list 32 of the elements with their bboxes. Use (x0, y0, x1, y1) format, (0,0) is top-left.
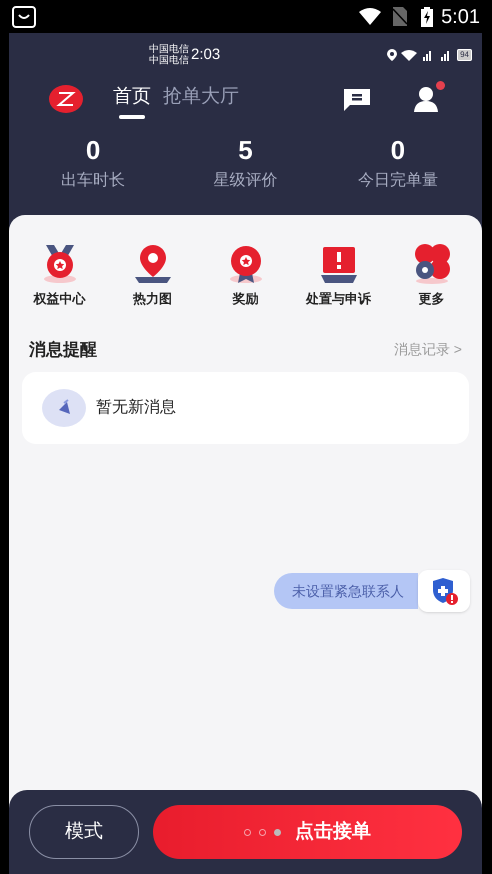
stat-label: 星级评价 (213, 171, 278, 191)
shortcut-item[interactable]: 奖励 (199, 241, 292, 308)
battery-level: 94 (457, 49, 472, 61)
stat-label: 今日完单量 (358, 170, 438, 191)
no-sim-icon (393, 7, 408, 26)
app-clock: 2:03 (191, 44, 220, 65)
shortcut-item[interactable]: 权益中心 (13, 241, 106, 308)
profile-icon[interactable] (412, 84, 442, 114)
wifi-icon (359, 8, 382, 25)
battery-charging-icon (421, 6, 434, 26)
emergency-contact-banner[interactable]: 未设置紧急联系人 (274, 573, 418, 609)
section-title: 消息提醒 (29, 338, 97, 360)
shield-alert-icon (430, 577, 458, 605)
stat-value: 5 (238, 135, 253, 165)
carrier-names: 中国电信 中国电信 (149, 44, 189, 66)
system-clock: 5:01 (441, 4, 480, 30)
stat-value: 0 (86, 135, 100, 165)
app-logo (49, 85, 83, 113)
shortcut-item[interactable]: 更多 (385, 241, 478, 308)
shield-button[interactable] (418, 570, 470, 612)
nav-tab[interactable]: 抢单大厅 (163, 82, 239, 116)
shortcut-item[interactable]: 热力图 (106, 241, 199, 308)
location-icon (387, 49, 398, 61)
accept-order-button[interactable]: 点击接单 (153, 805, 462, 859)
shortcut-item[interactable]: 处置与申诉 (292, 241, 385, 308)
mode-button[interactable]: 模式 (29, 805, 139, 859)
stat-label: 出车时长 (61, 170, 126, 191)
stat-value: 0 (390, 135, 406, 165)
empty-message-text: 暂无新消息 (96, 398, 176, 418)
megaphone-icon (42, 389, 86, 427)
message-icon[interactable] (342, 86, 372, 112)
shopping-bag-icon (12, 6, 36, 28)
